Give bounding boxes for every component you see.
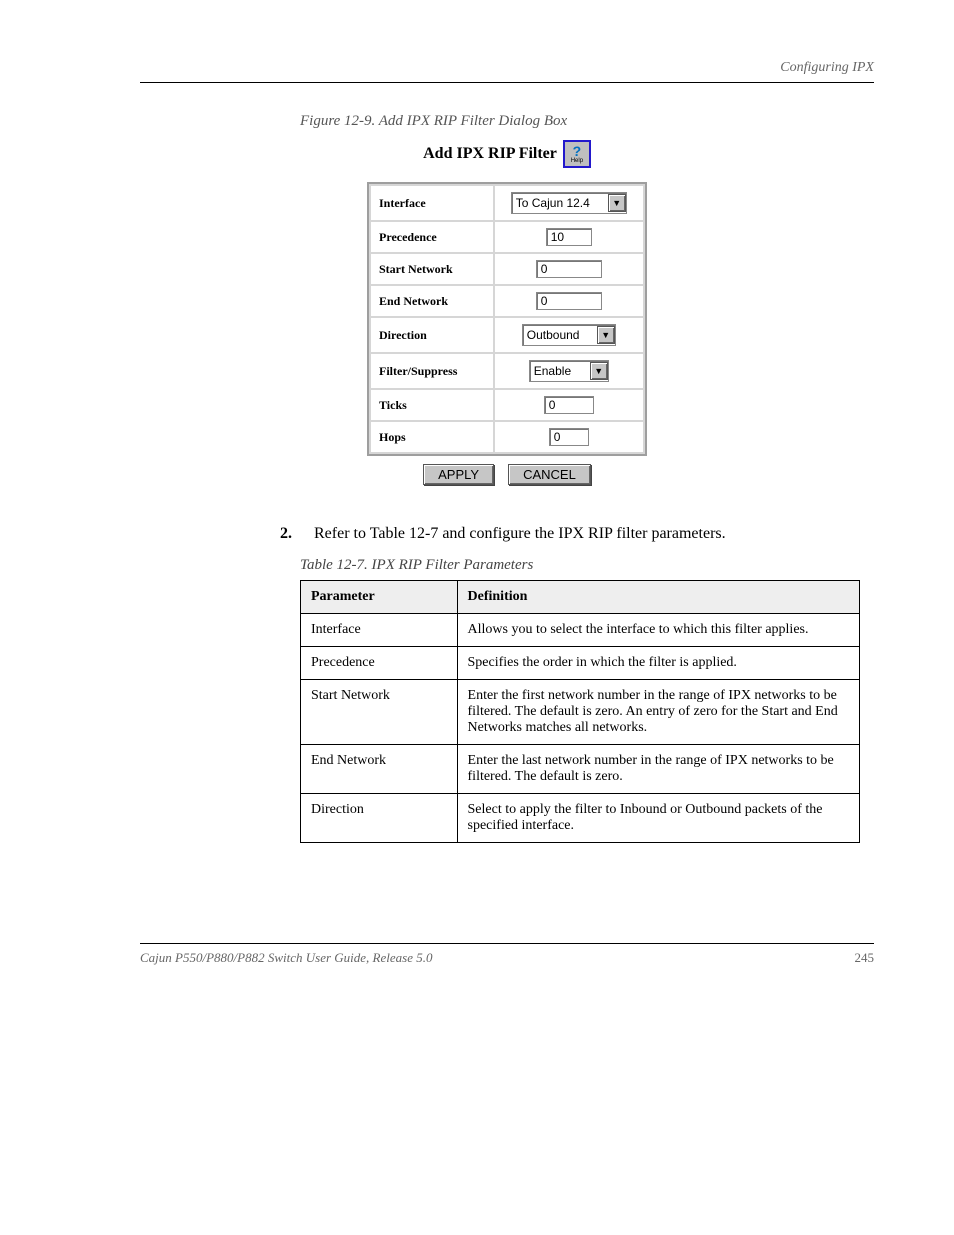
param-cell: End Network <box>301 745 458 794</box>
table-caption: Table 12-7. IPX RIP Filter Parameters <box>300 557 874 574</box>
help-button[interactable]: ? Help <box>563 140 591 168</box>
help-button-label: Help <box>571 158 583 164</box>
label-interface: Interface <box>371 186 493 220</box>
def-cell: Specifies the order in which the filter … <box>457 647 859 680</box>
table-row: Precedence Specifies the order in which … <box>301 647 860 680</box>
step-text: Refer to Table 12-7 and configure the IP… <box>314 525 726 543</box>
label-end-network: End Network <box>371 286 493 316</box>
hops-input[interactable]: 0 <box>549 428 589 446</box>
label-start-network: Start Network <box>371 254 493 284</box>
interface-select-value: To Cajun 12.4 <box>516 196 590 210</box>
label-filter-suppress: Filter/Suppress <box>371 354 493 388</box>
ticks-input[interactable]: 0 <box>544 396 594 414</box>
ipx-rip-filter-dialog: Add IPX RIP Filter ? Help Interface To C… <box>367 140 647 485</box>
def-cell: Enter the first network number in the ra… <box>457 680 859 745</box>
param-cell: Start Network <box>301 680 458 745</box>
precedence-input[interactable]: 10 <box>546 228 592 246</box>
chevron-down-icon: ▼ <box>608 194 626 212</box>
form-grid: Interface To Cajun 12.4 ▼ Precedence 10 … <box>367 182 647 456</box>
header-right: Configuring IPX <box>780 60 874 76</box>
header-rule <box>140 82 874 83</box>
label-direction: Direction <box>371 318 493 352</box>
def-cell: Allows you to select the interface to wh… <box>457 614 859 647</box>
table-row: Start Network Enter the first network nu… <box>301 680 860 745</box>
interface-select[interactable]: To Cajun 12.4 ▼ <box>511 192 627 214</box>
table-header-definition: Definition <box>457 581 859 614</box>
end-network-input[interactable]: 0 <box>536 292 602 310</box>
table-row: Interface Allows you to select the inter… <box>301 614 860 647</box>
page-footer: Cajun P550/P880/P882 Switch User Guide, … <box>140 943 874 966</box>
step-number: 2. <box>280 525 296 543</box>
label-ticks: Ticks <box>371 390 493 420</box>
filter-suppress-select-value: Enable <box>534 364 571 378</box>
filter-suppress-select[interactable]: Enable ▼ <box>529 360 609 382</box>
table-header-parameter: Parameter <box>301 581 458 614</box>
chevron-down-icon: ▼ <box>590 362 608 380</box>
parameters-table: Parameter Definition Interface Allows yo… <box>300 580 860 843</box>
chevron-down-icon: ▼ <box>597 326 615 344</box>
footer-page-number: 245 <box>855 950 875 966</box>
apply-button[interactable]: APPLY <box>423 464 494 485</box>
param-cell: Direction <box>301 794 458 843</box>
def-cell: Select to apply the filter to Inbound or… <box>457 794 859 843</box>
footer-title: Cajun P550/P880/P882 Switch User Guide, … <box>140 950 432 966</box>
param-cell: Interface <box>301 614 458 647</box>
label-hops: Hops <box>371 422 493 452</box>
param-cell: Precedence <box>301 647 458 680</box>
table-row: Direction Select to apply the filter to … <box>301 794 860 843</box>
label-precedence: Precedence <box>371 222 493 252</box>
figure-caption: Figure 12-9. Add IPX RIP Filter Dialog B… <box>300 113 874 130</box>
start-network-input[interactable]: 0 <box>536 260 602 278</box>
help-icon: ? <box>573 144 582 158</box>
def-cell: Enter the last network number in the ran… <box>457 745 859 794</box>
direction-select-value: Outbound <box>527 328 580 342</box>
cancel-button[interactable]: CANCEL <box>508 464 591 485</box>
dialog-title: Add IPX RIP Filter <box>423 145 557 163</box>
direction-select[interactable]: Outbound ▼ <box>522 324 616 346</box>
table-row: End Network Enter the last network numbe… <box>301 745 860 794</box>
